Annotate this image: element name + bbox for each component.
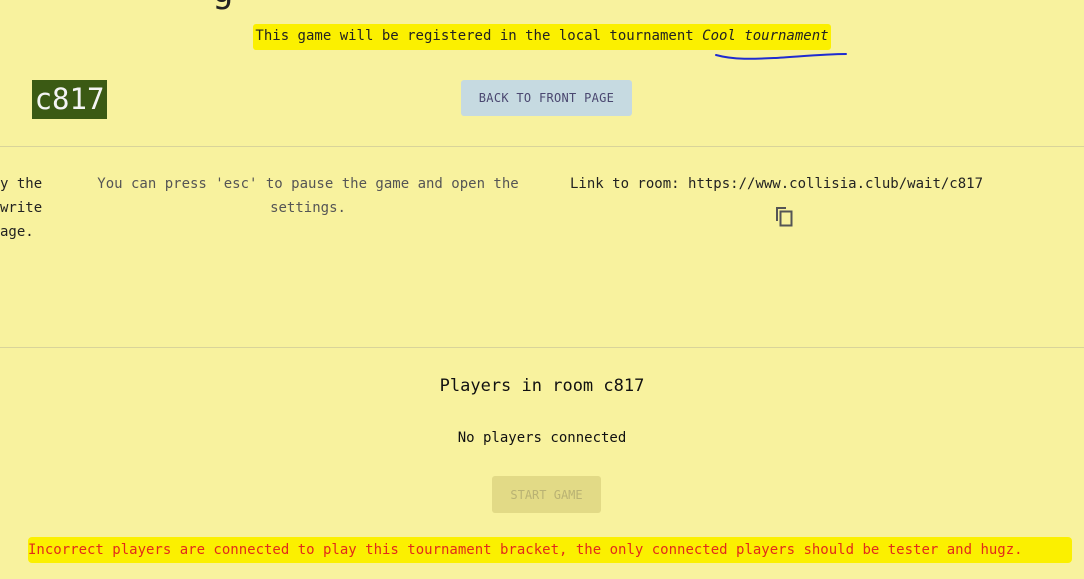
info-left-line: y the (0, 176, 43, 192)
info-left-line: age. (0, 224, 34, 240)
divider-top (0, 146, 1084, 147)
copy-icon[interactable] (773, 204, 795, 228)
tournament-notice: This game will be registered in the loca… (0, 24, 1084, 50)
players-title: Players in room c817 (439, 376, 645, 396)
room-link-label: Link to room: (570, 176, 680, 192)
tournament-notice-highlight: This game will be registered in the loca… (253, 24, 831, 50)
info-left-text: y the write age. (0, 172, 42, 244)
tournament-name-underline (715, 53, 847, 60)
divider-bottom (0, 347, 1084, 348)
room-link-url[interactable]: https://www.collisia.club/wait/c817 (688, 176, 983, 192)
tournament-notice-text: This game will be registered in the loca… (255, 28, 694, 44)
esc-hint-text: You can press 'esc' to pause the game an… (97, 176, 519, 216)
start-game-button[interactable]: START GAME (492, 476, 601, 513)
error-message: Incorrect players are connected to play … (28, 537, 1072, 563)
page-title: g (212, 0, 234, 11)
room-link: Link to room: https://www.collisia.club/… (570, 172, 983, 196)
info-left-line: write (0, 200, 43, 216)
players-empty-text: No players connected (457, 430, 627, 446)
tournament-name: Cool tournament (702, 28, 829, 44)
room-code-badge: c817 (32, 80, 107, 119)
back-to-front-page-button[interactable]: BACK TO FRONT PAGE (461, 80, 632, 116)
